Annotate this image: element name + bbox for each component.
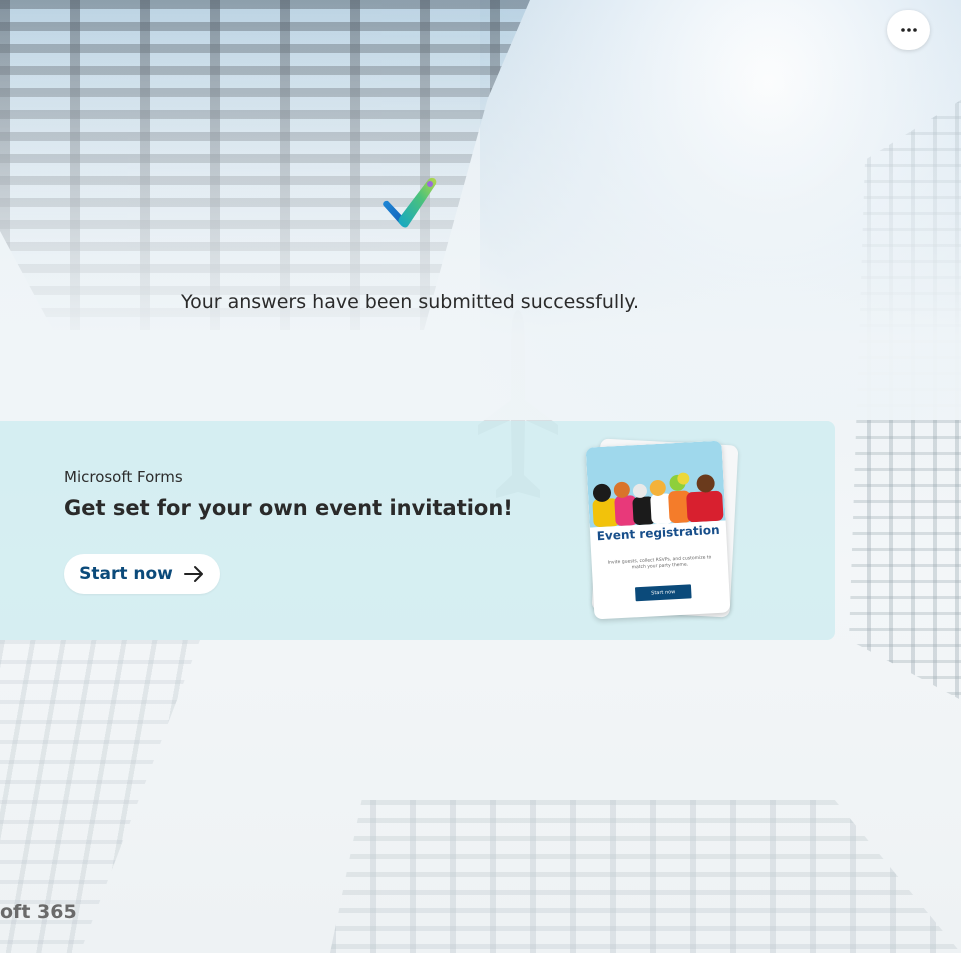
checkmark-icon (383, 177, 437, 228)
start-now-button[interactable]: Start now (64, 554, 220, 594)
arrow-right-icon (183, 566, 203, 582)
confirmation-message: Your answers have been submitted success… (180, 291, 639, 313)
promo-title: Get set for your own event invitation! (64, 496, 513, 520)
background-fade (0, 0, 961, 420)
more-options-button[interactable] (887, 10, 930, 50)
more-horizontal-icon (900, 28, 917, 32)
forms-confirmation-page: Your answers have been submitted success… (0, 0, 961, 953)
start-now-label: Start now (79, 564, 173, 584)
people-illustration (585, 440, 726, 528)
card-start-button: Start now (634, 584, 692, 602)
promo-subtitle: Microsoft Forms (64, 468, 183, 486)
event-registration-illustration: Event registration Invite guests, collec… (585, 438, 740, 622)
card-front: Event registration Invite guests, collec… (585, 440, 731, 620)
card-description: Invite guests, collect RSVPs, and custom… (607, 555, 712, 571)
background-building-bottom (330, 800, 961, 953)
footer-brand: oft 365 (0, 901, 77, 923)
